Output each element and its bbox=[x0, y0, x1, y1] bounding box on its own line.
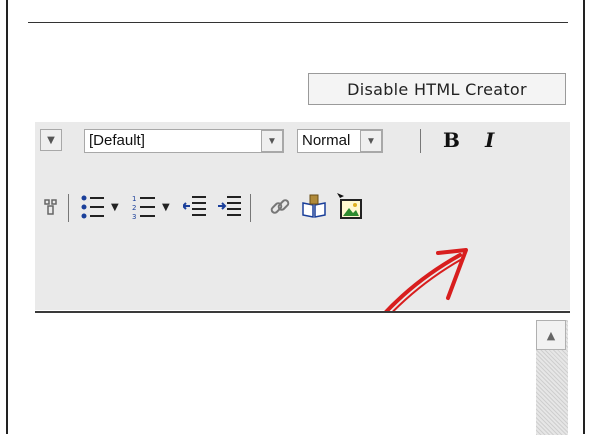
svg-text:1: 1 bbox=[132, 195, 136, 203]
indent-icon[interactable] bbox=[218, 194, 242, 220]
svg-text:3: 3 bbox=[132, 213, 136, 220]
editor-content-area[interactable] bbox=[35, 311, 570, 437]
anchor-icon[interactable] bbox=[301, 193, 327, 219]
format-value: Normal bbox=[302, 132, 351, 149]
font-size-dropdown-arrow[interactable]: ▼ bbox=[40, 129, 62, 151]
toolbar-separator bbox=[68, 194, 69, 222]
numbered-list-icon[interactable]: 1 2 3 bbox=[132, 194, 156, 220]
format-dropdown-arrow[interactable]: ▼ bbox=[360, 130, 382, 152]
table-icon[interactable] bbox=[43, 199, 59, 215]
italic-button[interactable]: I bbox=[485, 128, 494, 152]
bold-button[interactable]: B bbox=[443, 128, 460, 152]
toolbar-separator bbox=[420, 129, 421, 153]
insert-image-icon[interactable] bbox=[336, 192, 362, 220]
toolbar-separator bbox=[250, 194, 251, 222]
font-name-select[interactable]: [Default] ▼ bbox=[84, 129, 284, 153]
scroll-up-arrow-icon[interactable]: ▲ bbox=[536, 320, 566, 350]
format-select[interactable]: Normal ▼ bbox=[297, 129, 383, 153]
link-icon[interactable] bbox=[268, 195, 292, 219]
numbered-list-dropdown-icon[interactable]: ▼ bbox=[162, 202, 170, 213]
bullet-list-icon[interactable] bbox=[81, 194, 105, 220]
font-name-dropdown-arrow[interactable]: ▼ bbox=[261, 130, 283, 152]
disable-html-creator-button[interactable]: Disable HTML Creator bbox=[308, 73, 566, 105]
bullet-list-dropdown-icon[interactable]: ▼ bbox=[111, 202, 119, 213]
editor-toolbar: ▼ [Default] ▼ Normal ▼ B I ▼ 1 2 3 ▼ bbox=[35, 122, 570, 310]
outdent-icon[interactable] bbox=[183, 194, 207, 220]
svg-text:2: 2 bbox=[132, 204, 136, 212]
top-divider bbox=[28, 22, 568, 23]
vertical-scrollbar[interactable]: ▲ bbox=[536, 320, 568, 435]
font-name-value: [Default] bbox=[89, 132, 145, 149]
